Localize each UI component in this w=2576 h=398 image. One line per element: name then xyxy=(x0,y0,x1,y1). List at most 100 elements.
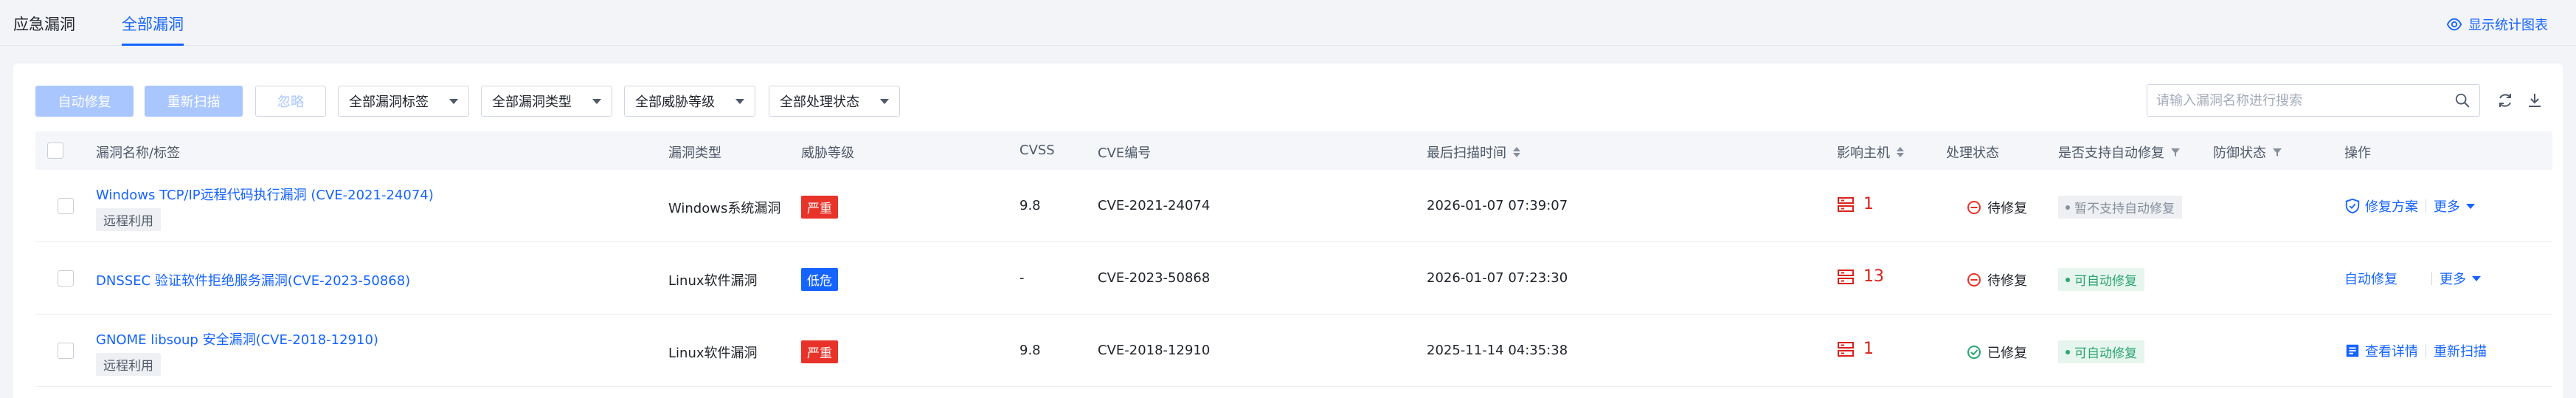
check-circle-icon xyxy=(1967,346,1981,359)
last-scan-time: 2026-01-07 07:39:07 xyxy=(1427,198,1568,213)
server-icon xyxy=(1838,341,1854,357)
affected-hosts[interactable]: 13 xyxy=(1837,267,1884,286)
auto-fix-label: 可自动修复 xyxy=(2074,346,2137,361)
search-icon[interactable] xyxy=(2454,92,2471,109)
affected-hosts-count: 1 xyxy=(1863,340,1874,358)
top-tab-bar: 应急漏洞 全部漏洞 显示统计图表 xyxy=(0,0,2576,46)
table-header: 漏洞名称/标签 漏洞类型 威胁等级 CVSS CVE编号 最后扫描时间 影响主机… xyxy=(35,131,2552,170)
filter-status[interactable]: 全部处理状态 xyxy=(769,86,900,117)
col-cve: CVE编号 xyxy=(1098,145,1152,161)
vuln-name-link[interactable]: Windows TCP/IP远程代码执行漏洞 (CVE-2021-24074) xyxy=(96,185,434,204)
vuln-name-link[interactable]: GNOME libsoup 安全漏洞(CVE-2018-12910) xyxy=(96,329,378,349)
affected-hosts-count: 1 xyxy=(1863,195,1874,213)
last-scan-time: 2026-01-07 07:23:30 xyxy=(1427,270,1568,286)
ignore-button[interactable]: 忽略 xyxy=(255,86,326,117)
col-auto-fix[interactable]: 是否支持自动修复 xyxy=(2058,143,2181,162)
auto-fix-label: 暂不支持自动修复 xyxy=(2074,202,2175,216)
row-actions: 修复方案 更多 xyxy=(2344,196,2475,216)
chevron-down-icon xyxy=(735,98,744,104)
fix-plan-link[interactable]: 修复方案 xyxy=(2344,196,2418,216)
dot-icon xyxy=(2066,277,2070,282)
col-defense[interactable]: 防御状态 xyxy=(2213,143,2282,162)
server-icon xyxy=(1838,196,1854,212)
col-status: 处理状态 xyxy=(1946,145,1999,161)
chevron-down-icon xyxy=(2466,203,2475,209)
filter-status-label: 全部处理状态 xyxy=(780,95,859,110)
col-severity: 威胁等级 xyxy=(801,145,854,161)
status: 待修复 xyxy=(1967,198,2027,217)
col-hosts[interactable]: 影响主机 xyxy=(1837,143,1905,162)
filter-severity-label: 全部威胁等级 xyxy=(635,95,715,110)
auto-fix-button[interactable]: 自动修复 xyxy=(35,86,134,117)
sort-icon[interactable] xyxy=(1512,145,1521,159)
view-detail-link[interactable]: 查看详情 xyxy=(2344,341,2418,360)
vuln-type: Linux软件漏洞 xyxy=(668,346,758,361)
status: 已修复 xyxy=(1967,343,2027,362)
rescan-link[interactable]: 重新扫描 xyxy=(2434,341,2487,360)
col-last-scan[interactable]: 最后扫描时间 xyxy=(1427,143,1521,162)
affected-hosts-count: 13 xyxy=(1863,267,1884,286)
status-label: 已修复 xyxy=(1987,346,2027,361)
col-last-scan-label: 最后扫描时间 xyxy=(1427,145,1506,161)
severity-badge: 低危 xyxy=(801,268,838,291)
filter-vuln-type[interactable]: 全部漏洞类型 xyxy=(481,86,612,117)
auto-fix-badge: 可自动修复 xyxy=(2058,268,2144,291)
row-checkbox[interactable] xyxy=(58,198,74,214)
filter-vuln-tag-label: 全部漏洞标签 xyxy=(349,95,429,110)
auto-fix-badge: 暂不支持自动修复 xyxy=(2058,196,2182,219)
filter-vuln-type-label: 全部漏洞类型 xyxy=(492,95,572,110)
tab-emergency-vulns[interactable]: 应急漏洞 xyxy=(13,13,75,46)
server-icon xyxy=(1838,269,1854,284)
filter-severity[interactable]: 全部威胁等级 xyxy=(624,86,755,117)
vuln-type: Linux软件漏洞 xyxy=(668,273,758,289)
cvss-score: 9.8 xyxy=(1019,198,1041,213)
cvss-score: - xyxy=(1019,270,1025,286)
chevron-down-icon xyxy=(449,98,458,104)
vuln-tag: 远程利用 xyxy=(96,353,161,376)
sort-icon[interactable] xyxy=(1896,145,1905,159)
status: 待修复 xyxy=(1967,270,2027,289)
rescan-button[interactable]: 重新扫描 xyxy=(145,86,243,117)
pending-icon xyxy=(1967,201,1981,214)
more-dropdown[interactable]: 更多 xyxy=(2434,196,2475,216)
divider xyxy=(2431,272,2432,285)
filter-icon[interactable] xyxy=(2170,147,2181,157)
filter-vuln-tag[interactable]: 全部漏洞标签 xyxy=(338,86,469,117)
search-input[interactable] xyxy=(2156,92,2437,109)
vuln-name-link[interactable]: DNSSEC 验证软件拒绝服务漏洞(CVE-2023-50868) xyxy=(96,270,410,289)
more-label: 更多 xyxy=(2434,199,2460,215)
shield-icon xyxy=(2345,198,2360,214)
affected-hosts[interactable]: 1 xyxy=(1837,340,1874,358)
severity-badge: 严重 xyxy=(801,196,838,219)
download-icon[interactable] xyxy=(2526,92,2544,109)
row-checkbox[interactable] xyxy=(58,343,74,359)
auto-fix-link[interactable]: 自动修复 xyxy=(2344,269,2397,288)
detail-icon xyxy=(2346,344,2359,357)
status-label: 待修复 xyxy=(1987,273,2027,289)
last-scan-time: 2025-11-14 04:35:38 xyxy=(1427,343,1568,358)
col-auto-fix-label: 是否支持自动修复 xyxy=(2058,145,2164,161)
refresh-icon[interactable] xyxy=(2496,92,2514,109)
col-hosts-label: 影响主机 xyxy=(1837,145,1890,161)
show-stats-toggle[interactable]: 显示统计图表 xyxy=(2446,15,2548,34)
cve-id: CVE-2018-12910 xyxy=(1098,343,1211,358)
view-detail-label: 查看详情 xyxy=(2365,344,2418,360)
cve-id: CVE-2023-50868 xyxy=(1098,270,1211,286)
vuln-type: Windows系统漏洞 xyxy=(668,201,781,216)
more-dropdown[interactable]: 更多 xyxy=(2440,269,2481,288)
table-row: Windows TCP/IP远程代码执行漏洞 (CVE-2021-24074) … xyxy=(35,170,2552,242)
dot-icon xyxy=(2066,205,2070,210)
severity-badge: 严重 xyxy=(801,340,838,363)
row-actions: 查看详情 重新扫描 xyxy=(2344,341,2487,360)
filter-icon[interactable] xyxy=(2272,147,2282,157)
affected-hosts[interactable]: 1 xyxy=(1837,195,1874,213)
row-checkbox[interactable] xyxy=(58,270,74,287)
cve-id: CVE-2021-24074 xyxy=(1098,198,1211,213)
select-all-checkbox[interactable] xyxy=(47,143,63,159)
eye-icon xyxy=(2446,18,2462,31)
search-box xyxy=(2147,84,2480,117)
cvss-score: 9.8 xyxy=(1019,343,1041,358)
table-row: DNSSEC 验证软件拒绝服务漏洞(CVE-2023-50868) Linux软… xyxy=(35,242,2552,315)
tab-all-vulns[interactable]: 全部漏洞 xyxy=(122,13,184,46)
table-row: GNOME libsoup 安全漏洞(CVE-2018-12910) 远程利用 … xyxy=(35,315,2552,387)
